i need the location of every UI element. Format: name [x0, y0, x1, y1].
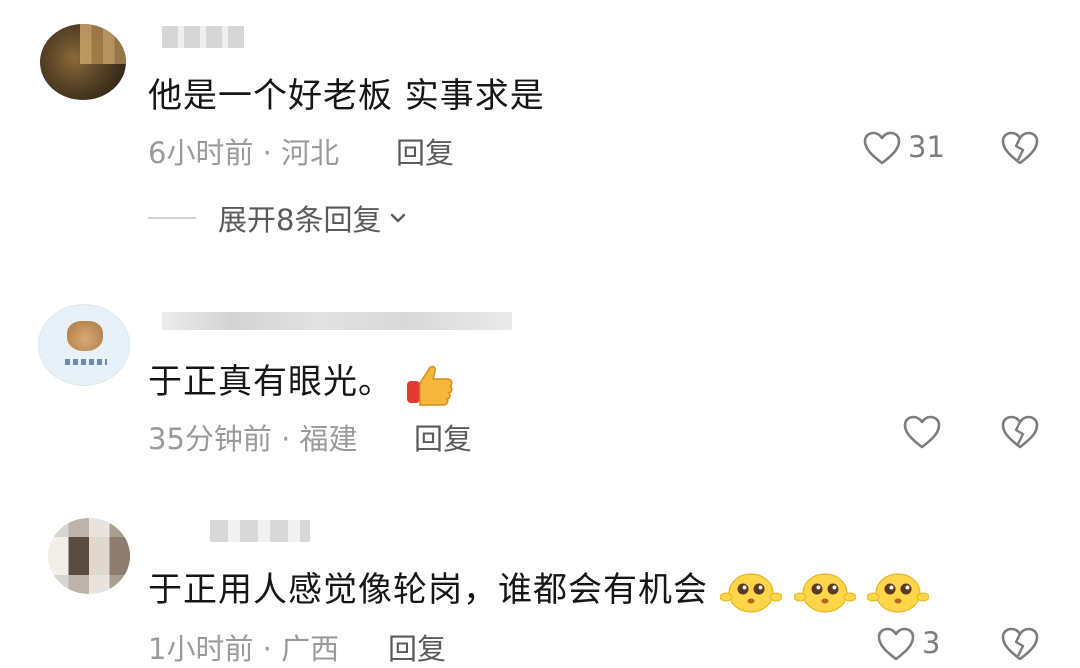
pleading-face-emoji — [719, 572, 782, 613]
expand-replies-button[interactable]: 展开8条回复 — [148, 197, 407, 239]
thumbs-up-emoji — [406, 365, 453, 406]
comment-text: 于正用人感觉像轮岗，谁都会有机会 — [148, 570, 708, 610]
avatar-illustration — [67, 321, 103, 351]
like-count: 31 — [908, 130, 945, 164]
reply-button[interactable]: 回复 — [414, 416, 472, 458]
reply-button[interactable]: 回复 — [396, 130, 454, 172]
broken-heart-icon[interactable] — [1000, 130, 1040, 166]
heart-outline-icon[interactable] — [862, 130, 902, 166]
like-count: 3 — [922, 626, 941, 660]
expand-replies-label: 展开8条回复 — [218, 203, 382, 237]
comment-text: 他是一个好老板 实事求是 — [148, 76, 545, 116]
pleading-face-emoji — [867, 572, 930, 613]
avatar[interactable] — [48, 518, 130, 594]
comment-text-row: 于正用人感觉像轮岗，谁都会有机会 — [148, 562, 930, 615]
comment-meta: 1小时前 · 广西 — [148, 632, 340, 666]
divider — [148, 217, 196, 219]
comment-meta: 35分钟前 · 福建 — [148, 422, 358, 456]
username-redacted[interactable] — [210, 520, 310, 542]
comment-meta: 6小时前 · 河北 — [148, 136, 340, 170]
broken-heart-icon[interactable] — [1000, 414, 1040, 450]
avatar-mosaic — [48, 537, 130, 575]
pleading-face-emoji — [793, 572, 856, 613]
heart-outline-icon[interactable] — [902, 414, 942, 450]
username-redacted[interactable] — [162, 26, 244, 48]
heart-outline-icon[interactable] — [876, 626, 916, 662]
avatar[interactable] — [38, 304, 130, 386]
username-redacted[interactable] — [162, 312, 512, 330]
comment-text: 于正真有眼光。 — [148, 362, 393, 402]
comment-text-row: 于正真有眼光。 — [148, 354, 455, 407]
broken-heart-icon[interactable] — [1000, 626, 1040, 662]
avatar[interactable] — [40, 24, 126, 100]
chevron-down-icon — [391, 213, 406, 223]
avatar-mosaic — [80, 24, 126, 64]
avatar-caption — [65, 359, 107, 365]
reply-button[interactable]: 回复 — [388, 626, 446, 668]
